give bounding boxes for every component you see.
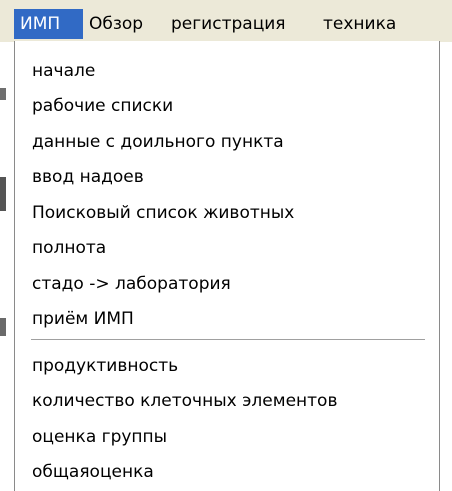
menu-item-receive-imp[interactable]: приём ИМП xyxy=(32,304,134,334)
menu-tekhnika[interactable]: техника xyxy=(317,9,442,39)
menu-item-yield-input[interactable]: ввод надоев xyxy=(32,162,144,192)
menu-imp[interactable]: ИМП xyxy=(14,9,83,39)
menu-item-nachale[interactable]: начале xyxy=(32,56,95,86)
menu-item-working-lists[interactable]: рабочие списки xyxy=(32,91,173,121)
menu-item-productivity[interactable]: продуктивность xyxy=(32,351,178,381)
menu-item-herd-to-lab[interactable]: стадо -> лаборатория xyxy=(32,269,231,299)
menu-bar: ИМП Обзор регистрация техника xyxy=(0,0,452,42)
menu-obzor[interactable]: Обзор xyxy=(83,9,165,39)
menu-registratsiya[interactable]: регистрация xyxy=(165,9,317,39)
menu-item-milking-data[interactable]: данные с доильного пункта xyxy=(32,127,284,157)
menu-item-somatic-cell-count[interactable]: количество клеточных элементов xyxy=(32,386,337,416)
imp-dropdown-menu: начале рабочие списки данные с доильного… xyxy=(14,41,440,491)
menu-item-completeness[interactable]: полнота xyxy=(32,233,106,263)
menu-item-overall-evaluation[interactable]: общаяоценка xyxy=(32,457,154,487)
menu-separator xyxy=(31,339,425,341)
menu-item-group-evaluation[interactable]: оценка группы xyxy=(32,422,167,452)
background-window-edge xyxy=(0,0,7,491)
menu-item-animal-search-list[interactable]: Поисковый список животных xyxy=(32,198,294,228)
